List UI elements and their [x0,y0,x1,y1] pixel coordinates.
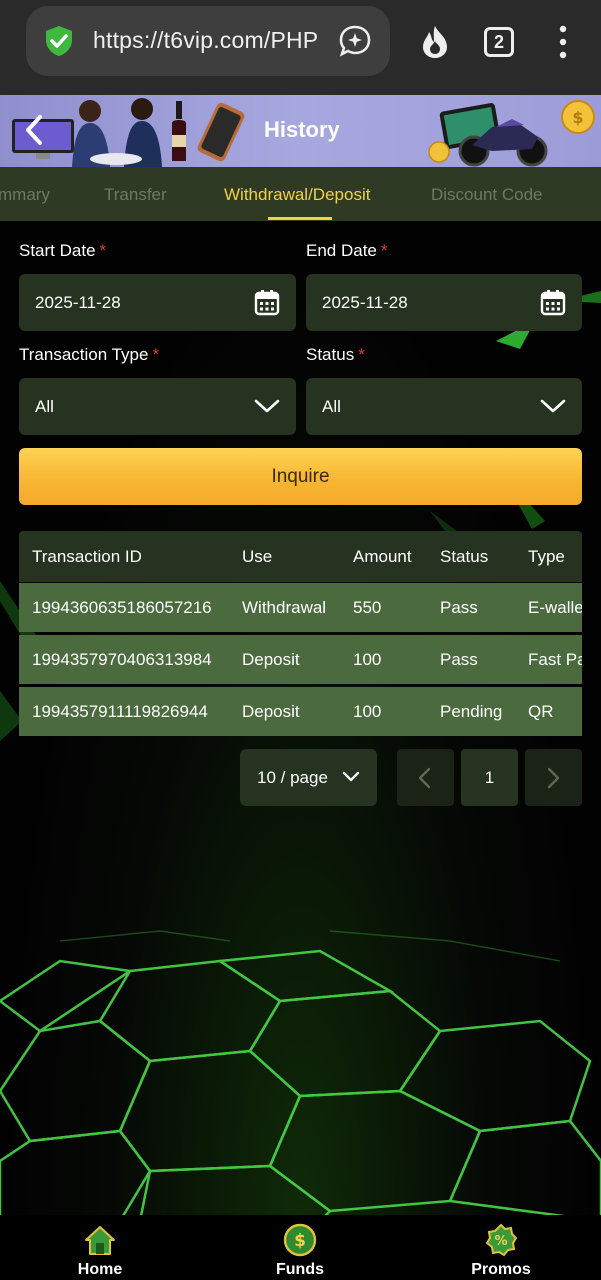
header-status: Status [440,547,489,566]
calendar-icon [540,290,566,316]
status-select[interactable]: All [306,378,582,435]
cell-status: Pass [440,598,478,617]
transaction-type-value: All [35,397,54,416]
cell-transaction-id: 1994360635186057216 [32,598,212,617]
wine-bottle-illustration [172,101,186,161]
transaction-type-select[interactable]: All [19,378,296,435]
models-illustration [72,98,162,167]
tab-summary[interactable]: mmary [0,185,50,205]
tab-discount-code[interactable]: Discount Code [431,185,543,205]
start-date-value: 2025-11-28 [35,293,121,312]
secure-shield-icon[interactable] [42,24,76,58]
svg-text:$: $ [572,108,583,127]
transactions-table: Transaction ID Use Amount Status Type 19… [19,531,582,737]
header-amount: Amount [353,547,412,566]
status-label: Status * [306,345,365,364]
cell-type: E-walle [528,598,582,617]
page-title: History [264,117,340,142]
table-row[interactable]: 1994360635186057216 Withdrawal 550 Pass … [19,583,582,632]
back-arrow-icon[interactable] [20,113,50,147]
chevron-left-icon [418,767,431,789]
start-date-label: Start Date * [19,241,107,260]
url-text[interactable]: https://t6vip.com/PHP [93,27,318,54]
end-date-label: End Date * [306,241,388,260]
calendar-icon [254,290,280,316]
cell-use: Withdrawal [242,598,327,617]
cell-transaction-id: 1994357911119826944 [32,702,208,721]
svg-text:$: $ [294,1231,306,1251]
svg-text:%: % [494,1234,507,1249]
history-tabs: mmary Transfer Withdrawal/Deposit Discou… [0,167,601,221]
tab-transfer[interactable]: Transfer [104,185,167,205]
browser-toolbar: https://t6vip.com/PHP 2 [0,0,601,95]
cell-status: Pending [440,702,503,721]
assistant-chat-icon[interactable] [338,24,372,58]
main-content: Start Date * 2025-11-28 End Date * 2025-11… [0,221,601,1215]
cell-status: Pass [440,650,478,669]
chevron-right-icon [547,767,560,789]
tab-switcher-button[interactable]: 2 [484,27,514,57]
table-header: Transaction ID Use Amount Status Type [19,531,582,582]
start-date-picker[interactable]: 2025-11-28 [19,274,296,331]
inquire-button[interactable]: Inquire [19,448,582,505]
more-menu-icon[interactable] [553,24,573,60]
small-coin-icon [428,141,450,163]
chevron-down-icon [540,399,566,413]
cell-amount: 550 [353,598,382,617]
page-size-value: 10 / page [257,768,328,787]
cell-type: Fast Pa [528,650,582,669]
status-value: All [322,397,341,416]
smartphone-illustration [197,102,245,162]
header-type: Type [528,547,565,566]
header-transaction-id: Transaction ID [32,547,142,566]
nav-promos[interactable]: % Promos [456,1223,546,1279]
page-size-select[interactable]: 10 / page [240,749,377,806]
cell-use: Deposit [242,650,300,669]
next-page-button[interactable] [525,749,582,806]
header-use: Use [242,547,273,566]
hexagon-floor-decoration [0,930,601,1215]
nav-funds[interactable]: $ Funds [255,1223,345,1279]
motorcycle-illustration [458,119,548,167]
chevron-down-icon [254,399,280,413]
promos-icon: % [485,1223,518,1257]
coin-icon: $ [561,100,595,134]
end-date-picker[interactable]: 2025-11-28 [306,274,582,331]
page-header-banner: History $ [0,95,601,167]
prev-page-button[interactable] [397,749,454,806]
table-row[interactable]: 1994357970406313984 Deposit 100 Pass Fas… [19,635,582,684]
cell-amount: 100 [353,702,382,721]
bottom-navigation: Home $ Funds % Promos [0,1215,601,1280]
flame-icon[interactable] [418,24,452,60]
chevron-down-icon [342,771,360,782]
transaction-type-label: Transaction Type * [19,345,160,364]
home-icon [85,1226,115,1255]
cell-type: QR [528,702,554,721]
cell-transaction-id: 1994357970406313984 [32,650,212,669]
nav-home[interactable]: Home [55,1223,145,1279]
cell-use: Deposit [242,702,300,721]
nav-funds-label: Funds [276,1261,324,1278]
funds-icon: $ [283,1223,317,1257]
nav-promos-label: Promos [471,1261,531,1278]
active-tab-indicator [268,217,332,220]
tab-withdrawal-deposit[interactable]: Withdrawal/Deposit [224,185,370,205]
table-row[interactable]: 1994357911119826944 Deposit 100 Pending … [19,687,582,736]
end-date-value: 2025-11-28 [322,293,408,312]
current-page-button[interactable]: 1 [461,749,518,806]
nav-home-label: Home [77,1261,123,1278]
cell-amount: 100 [353,650,382,669]
